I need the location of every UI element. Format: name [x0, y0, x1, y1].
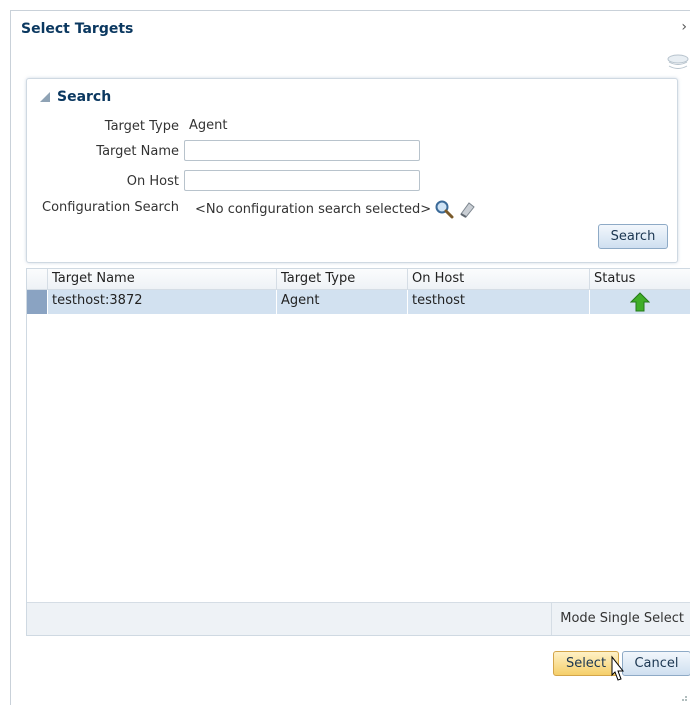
target-name-label: Target Name [96, 144, 179, 159]
cell-on-host: testhost [407, 290, 589, 314]
config-search: <No configuration search selected> [195, 199, 477, 219]
targets-table: Target Name Target Type On Host Status t… [26, 268, 690, 636]
search-header[interactable]: Search [39, 89, 111, 105]
column-header-target-name[interactable]: Target Name [47, 269, 276, 289]
cell-target-type: Agent [276, 290, 407, 314]
cell-status [589, 290, 690, 314]
config-search-value: <No configuration search selected> [195, 201, 432, 217]
row-selector[interactable] [27, 290, 47, 314]
search-header-label: Search [57, 89, 112, 105]
column-header-status[interactable]: Status [589, 269, 690, 289]
column-header-on-host[interactable]: On Host [407, 269, 589, 289]
search-panel: Search Target Type Agent Target Name On … [26, 78, 678, 263]
mode-label: Mode [560, 611, 596, 626]
cell-target-name: testhost:3872 [47, 290, 276, 314]
on-host-input[interactable] [184, 170, 420, 191]
target-type-label: Target Type [104, 119, 179, 134]
target-name-input[interactable] [184, 140, 420, 161]
dialog-title: Select Targets [21, 21, 134, 37]
status-up-arrow-icon [630, 292, 650, 312]
on-host-label: On Host [126, 174, 179, 189]
selection-mode: Mode Single Select [551, 603, 684, 635]
mode-value: Single Select [599, 611, 684, 626]
cancel-button[interactable]: Cancel [622, 651, 690, 676]
table-header: Target Name Target Type On Host Status [27, 269, 690, 290]
refresh-icon[interactable] [666, 53, 690, 75]
table-footer: Mode Single Select [27, 602, 690, 635]
config-search-label: Configuration Search [42, 200, 179, 215]
resize-grip-icon[interactable] [680, 694, 688, 702]
target-type-value: Agent [189, 118, 228, 133]
collapse-triangle-icon[interactable] [39, 91, 51, 103]
table-row[interactable]: testhost:3872 Agent testhost [27, 290, 690, 314]
select-targets-dialog: Select Targets › Search Target Type Agen… [10, 10, 690, 705]
search-button[interactable]: Search [598, 224, 668, 249]
eraser-icon[interactable] [457, 199, 477, 219]
mouse-cursor-icon [611, 655, 625, 681]
search-icon[interactable] [434, 199, 454, 219]
close-icon[interactable]: › [681, 19, 687, 35]
column-header-target-type[interactable]: Target Type [276, 269, 407, 289]
